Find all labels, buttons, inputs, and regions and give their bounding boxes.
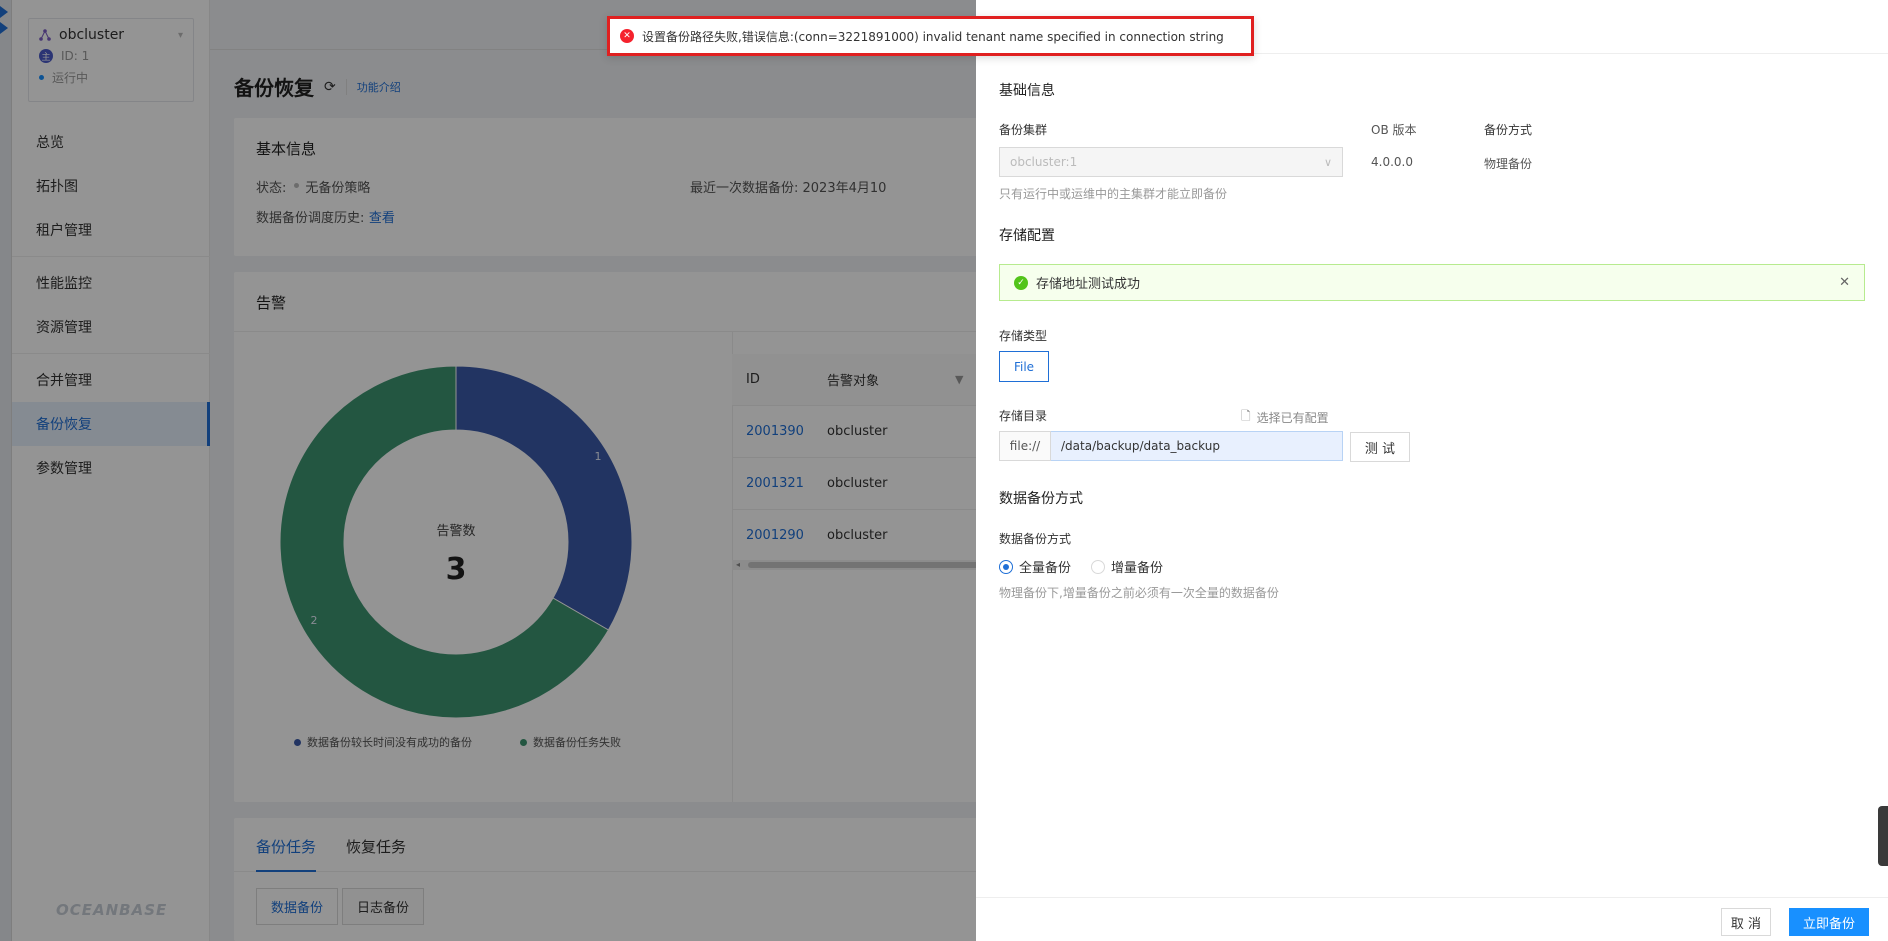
storage-type-file-button[interactable]: File <box>999 351 1049 382</box>
pick-existing-label: 选择已有配置 <box>1256 411 1329 425</box>
file-add-icon: 🗋 <box>1241 409 1251 423</box>
backup-mode-value: 物理备份 <box>1484 157 1533 171</box>
error-toast: ✕ 设置备份路径失败,错误信息:(conn=3221891000) invali… <box>607 16 1254 56</box>
cluster-select[interactable]: obcluster:1 ∨ <box>999 147 1343 177</box>
storage-dir-label: 存储目录 <box>999 409 1048 423</box>
test-button[interactable]: 测 试 <box>1350 432 1410 462</box>
error-message: 设置备份路径失败,错误信息:(conn=3221891000) invalid … <box>642 29 1224 44</box>
close-icon[interactable]: ✕ <box>1839 275 1850 290</box>
section-basic-title: 基础信息 <box>999 83 1055 99</box>
data-backup-help: 物理备份下,增量备份之前必须有一次全量的数据备份 <box>999 586 1279 600</box>
backup-mode-label: 备份方式 <box>1484 123 1533 137</box>
storage-dir-input[interactable]: /data/backup/data_backup <box>1051 431 1343 461</box>
dir-prefix: file:// <box>999 431 1051 461</box>
radio-incremental-label[interactable]: 增量备份 <box>1111 557 1163 576</box>
backup-now-button[interactable]: 立即备份 <box>1789 908 1869 936</box>
check-circle-icon: ✓ <box>1014 275 1028 290</box>
section-data-backup-title: 数据备份方式 <box>999 491 1083 507</box>
error-icon: ✕ <box>620 29 634 43</box>
ob-version-value: 4.0.0.0 <box>1371 155 1413 169</box>
success-alert-text: 存储地址测试成功 <box>1036 277 1141 292</box>
cluster-label: 备份集群 <box>999 123 1048 137</box>
backup-drawer: 基础信息 备份集群 OB 版本 备份方式 obcluster:1 ∨ 4.0.0… <box>976 0 1888 941</box>
drawer-footer: 取 消 立即备份 <box>976 897 1888 941</box>
radio-full[interactable] <box>999 559 1013 574</box>
success-alert: ✓ 存储地址测试成功 ✕ <box>999 264 1865 301</box>
modal-mask[interactable] <box>0 0 976 941</box>
cluster-help-text: 只有运行中或运维中的主集群才能立即备份 <box>999 187 1228 201</box>
chevron-down-icon: ∨ <box>1323 155 1332 169</box>
radio-full-label[interactable]: 全量备份 <box>1019 557 1071 576</box>
data-backup-label: 数据备份方式 <box>999 532 1072 546</box>
side-handle[interactable] <box>1878 806 1888 866</box>
pick-existing-config[interactable]: 🗋 选择已有配置 <box>1241 407 1329 428</box>
cluster-select-value: obcluster:1 <box>1010 155 1078 169</box>
storage-type-label: 存储类型 <box>999 329 1048 343</box>
section-storage-title: 存储配置 <box>999 228 1055 244</box>
cancel-button[interactable]: 取 消 <box>1721 908 1771 936</box>
ob-version-label: OB 版本 <box>1371 123 1417 137</box>
radio-incremental[interactable] <box>1091 559 1106 574</box>
